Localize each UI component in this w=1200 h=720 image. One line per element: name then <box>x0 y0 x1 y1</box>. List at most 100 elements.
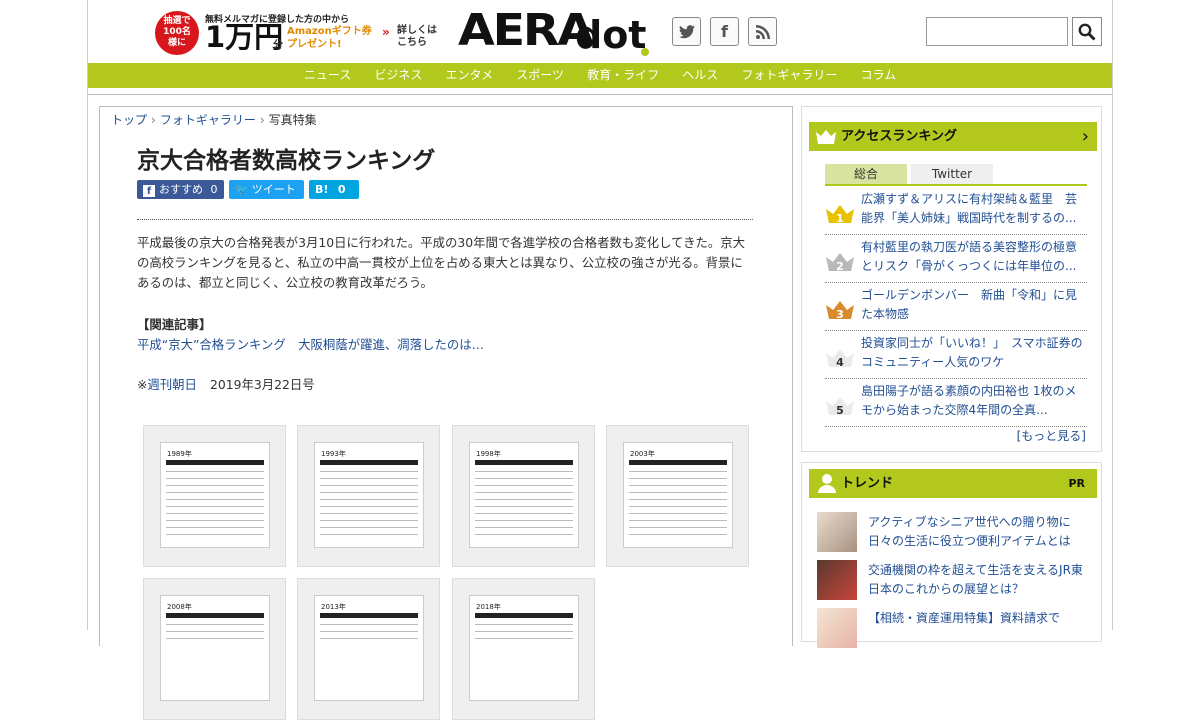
breadcrumb-current: 写真特集 <box>268 113 317 127</box>
trend-item-text: 【相続・資産運用特集】資料請求で <box>868 611 1061 625</box>
tab-overall[interactable]: 総合 <box>825 164 907 184</box>
crown-icon <box>816 130 836 144</box>
tab-twitter[interactable]: Twitter <box>911 164 993 184</box>
ranking-item[interactable]: 2 有村藍里の執刀医が語る美容整形の極意とリスク「骨がくっつくには年単位の... <box>825 235 1087 283</box>
nav-item-photo-gallery[interactable]: フォトギャラリー <box>741 63 837 88</box>
access-ranking-panel: アクセスランキング › 総合 Twitter 1 広瀬すず＆アリスに有村架純＆藍… <box>801 106 1102 452</box>
nav-item-health[interactable]: ヘルス <box>682 63 718 88</box>
source-date: 2019年3月22日号 <box>209 377 315 392</box>
ranking-item-text: 島田陽子が語る素顔の内田裕也 1枚のメモから始まった交際4年間の全真... <box>861 384 1077 417</box>
person-icon <box>818 474 836 493</box>
chevron-right-icon: › <box>259 113 265 127</box>
gallery-thumb[interactable]: 2008年 <box>143 578 286 720</box>
more-ranking-link[interactable]: [もっと見る] <box>1017 427 1086 444</box>
chevron-right-icon: › <box>1081 126 1089 147</box>
svg-text:3: 3 <box>836 308 844 321</box>
rank-1-crown-icon: 1 <box>826 205 854 225</box>
svg-text:5: 5 <box>836 404 844 417</box>
table-image: 2018年 <box>469 595 579 701</box>
source-prefix: ※ <box>137 377 148 392</box>
tweet-label: ツイート <box>251 183 296 196</box>
search-button[interactable] <box>1072 17 1102 46</box>
rss-icon[interactable] <box>748 17 777 46</box>
trend-item[interactable]: アクティブなシニア世代への贈り物に日々の生活に役立つ便利アイテムとは <box>817 512 1097 560</box>
gallery-thumb[interactable]: 2013年 <box>297 578 440 720</box>
table-image: 1993年 <box>314 442 424 548</box>
search-input[interactable] <box>926 17 1068 46</box>
thumb-year: 2013年 <box>321 603 346 611</box>
tweet-button[interactable]: 🐦 ツイート <box>229 180 304 199</box>
thumb-year: 2008年 <box>167 603 192 611</box>
main-article: トップ › フォトギャラリー › 写真特集 京大合格者数高校ランキング f おすすめ 0 … <box>99 106 793 720</box>
table-image: 2013年 <box>314 595 424 701</box>
newsletter-promo-banner[interactable]: 抽選で 100名 様に 無料メルマガに登録した方の中から 1万円 分 Amazonギ… <box>155 9 445 55</box>
svg-text:2: 2 <box>836 260 844 273</box>
facebook-icon: f <box>143 185 155 197</box>
ranking-item[interactable]: 4 投資家同士が「いいね！」 スマホ証券のコミュニティー人気のワケ <box>825 331 1087 379</box>
nav-item-sports[interactable]: スポーツ <box>516 63 564 88</box>
logo-dot <box>641 48 649 56</box>
trend-title: トレンド <box>841 476 894 491</box>
page-wrapper: 抽選で 100名 様に 無料メルマガに登録した方の中から 1万円 分 Amazonギ… <box>87 0 1113 720</box>
logo-main: AERA <box>458 5 594 56</box>
facebook-share-count: 0 <box>210 183 218 196</box>
page-title: 京大合格者数高校ランキング <box>137 148 436 174</box>
rank-2-crown-icon: 2 <box>826 253 854 273</box>
breadcrumb-top[interactable]: トップ <box>111 113 147 127</box>
gallery-thumb[interactable]: 1998年 <box>452 425 595 567</box>
source-link[interactable]: 週刊朝日 <box>147 377 197 392</box>
table-image: 1989年 <box>160 442 270 548</box>
trend-item-text: アクティブなシニア世代への贈り物に日々の生活に役立つ便利アイテムとは <box>868 515 1071 548</box>
facebook-share-button[interactable]: f おすすめ 0 <box>137 180 224 199</box>
breadcrumb-photo-gallery[interactable]: フォトギャラリー <box>160 113 256 127</box>
thumb-year: 1989年 <box>167 450 192 458</box>
trend-header: トレンド PR <box>809 469 1097 498</box>
gallery-thumb[interactable]: 2018年 <box>452 578 595 720</box>
nav-item-education-life[interactable]: 教育・ライフ <box>587 63 659 88</box>
rank-3-crown-icon: 3 <box>826 301 854 321</box>
chevron-right-icon: › <box>151 113 156 127</box>
twitter-icon[interactable] <box>672 17 701 46</box>
nav-item-news[interactable]: ニュース <box>304 63 351 88</box>
promo-amount-unit: 分 <box>273 40 283 51</box>
promo-badge: 抽選で 100名 様に <box>155 11 199 55</box>
ranking-item[interactable]: 3 ゴールデンボンバー 新曲「令和」に見た本物感 <box>825 283 1087 331</box>
hatena-bookmark-button[interactable]: B! 0 <box>309 180 359 199</box>
nav-item-column[interactable]: コラム <box>860 63 896 88</box>
trend-thumbnail <box>817 608 857 648</box>
source-credit: ※週刊朝日 2019年3月22日号 <box>137 375 315 395</box>
table-image: 2003年 <box>623 442 733 548</box>
ranking-item[interactable]: 5 島田陽子が語る素顔の内田裕也 1枚のメモから始まった交際4年間の全真... <box>825 379 1087 427</box>
gallery-thumb[interactable]: 2003年 <box>606 425 749 567</box>
divider <box>137 219 753 220</box>
ranking-item-text: 広瀬すず＆アリスに有村架純＆藍里 芸能界「美人姉妹」戦国時代を制するの... <box>861 192 1078 225</box>
svg-text:4: 4 <box>836 356 844 369</box>
gallery-thumb[interactable]: 1993年 <box>297 425 440 567</box>
thumb-year: 2003年 <box>630 450 655 458</box>
search-icon <box>1078 23 1096 41</box>
ranking-item[interactable]: 1 広瀬すず＆アリスに有村架純＆藍里 芸能界「美人姉妹」戦国時代を制するの... <box>825 187 1087 235</box>
nav-item-business[interactable]: ビジネス <box>374 63 422 88</box>
related-link[interactable]: 平成“京大”合格ランキング 大阪桐蔭が躍進、凋落したのは… <box>137 337 484 352</box>
thumb-year: 1993年 <box>321 450 346 458</box>
logo-sub: dot <box>575 13 647 57</box>
promo-detail-link[interactable]: 詳しくは こちら <box>397 25 437 49</box>
trend-item[interactable]: 交通機関の枠を超えて生活を支えるJR東日本のこれからの展望とは？ <box>817 560 1097 608</box>
nav-item-entertainment[interactable]: エンタメ <box>446 63 494 88</box>
hatena-count: 0 <box>337 183 346 196</box>
ranking-item-text: ゴールデンボンバー 新曲「令和」に見た本物感 <box>861 288 1078 321</box>
facebook-icon[interactable]: f <box>710 17 739 46</box>
ranking-item-text: 有村藍里の執刀医が語る美容整形の極意とリスク「骨がくっつくには年単位の... <box>861 240 1078 273</box>
table-image: 2008年 <box>160 595 270 701</box>
ranking-item-text: 投資家同士が「いいね！」 スマホ証券のコミュニティー人気のワケ <box>861 336 1083 369</box>
related-articles: 【関連記事】 平成“京大”合格ランキング 大阪桐蔭が躍進、凋落したのは… <box>137 315 484 355</box>
twitter-icon: 🐦 <box>235 183 249 196</box>
trend-thumbnail <box>817 560 857 600</box>
ranking-header[interactable]: アクセスランキング › <box>809 122 1097 151</box>
rank-4-crown-icon: 4 <box>826 349 854 369</box>
gallery-thumb[interactable]: 1989年 <box>143 425 286 567</box>
svg-text:1: 1 <box>836 212 844 225</box>
site-header: 抽選で 100名 様に 無料メルマガに登録した方の中から 1万円 分 Amazonギ… <box>88 0 1112 63</box>
trend-item[interactable]: 【相続・資産運用特集】資料請求で <box>817 608 1097 656</box>
site-logo[interactable]: AERA dot <box>458 5 653 59</box>
